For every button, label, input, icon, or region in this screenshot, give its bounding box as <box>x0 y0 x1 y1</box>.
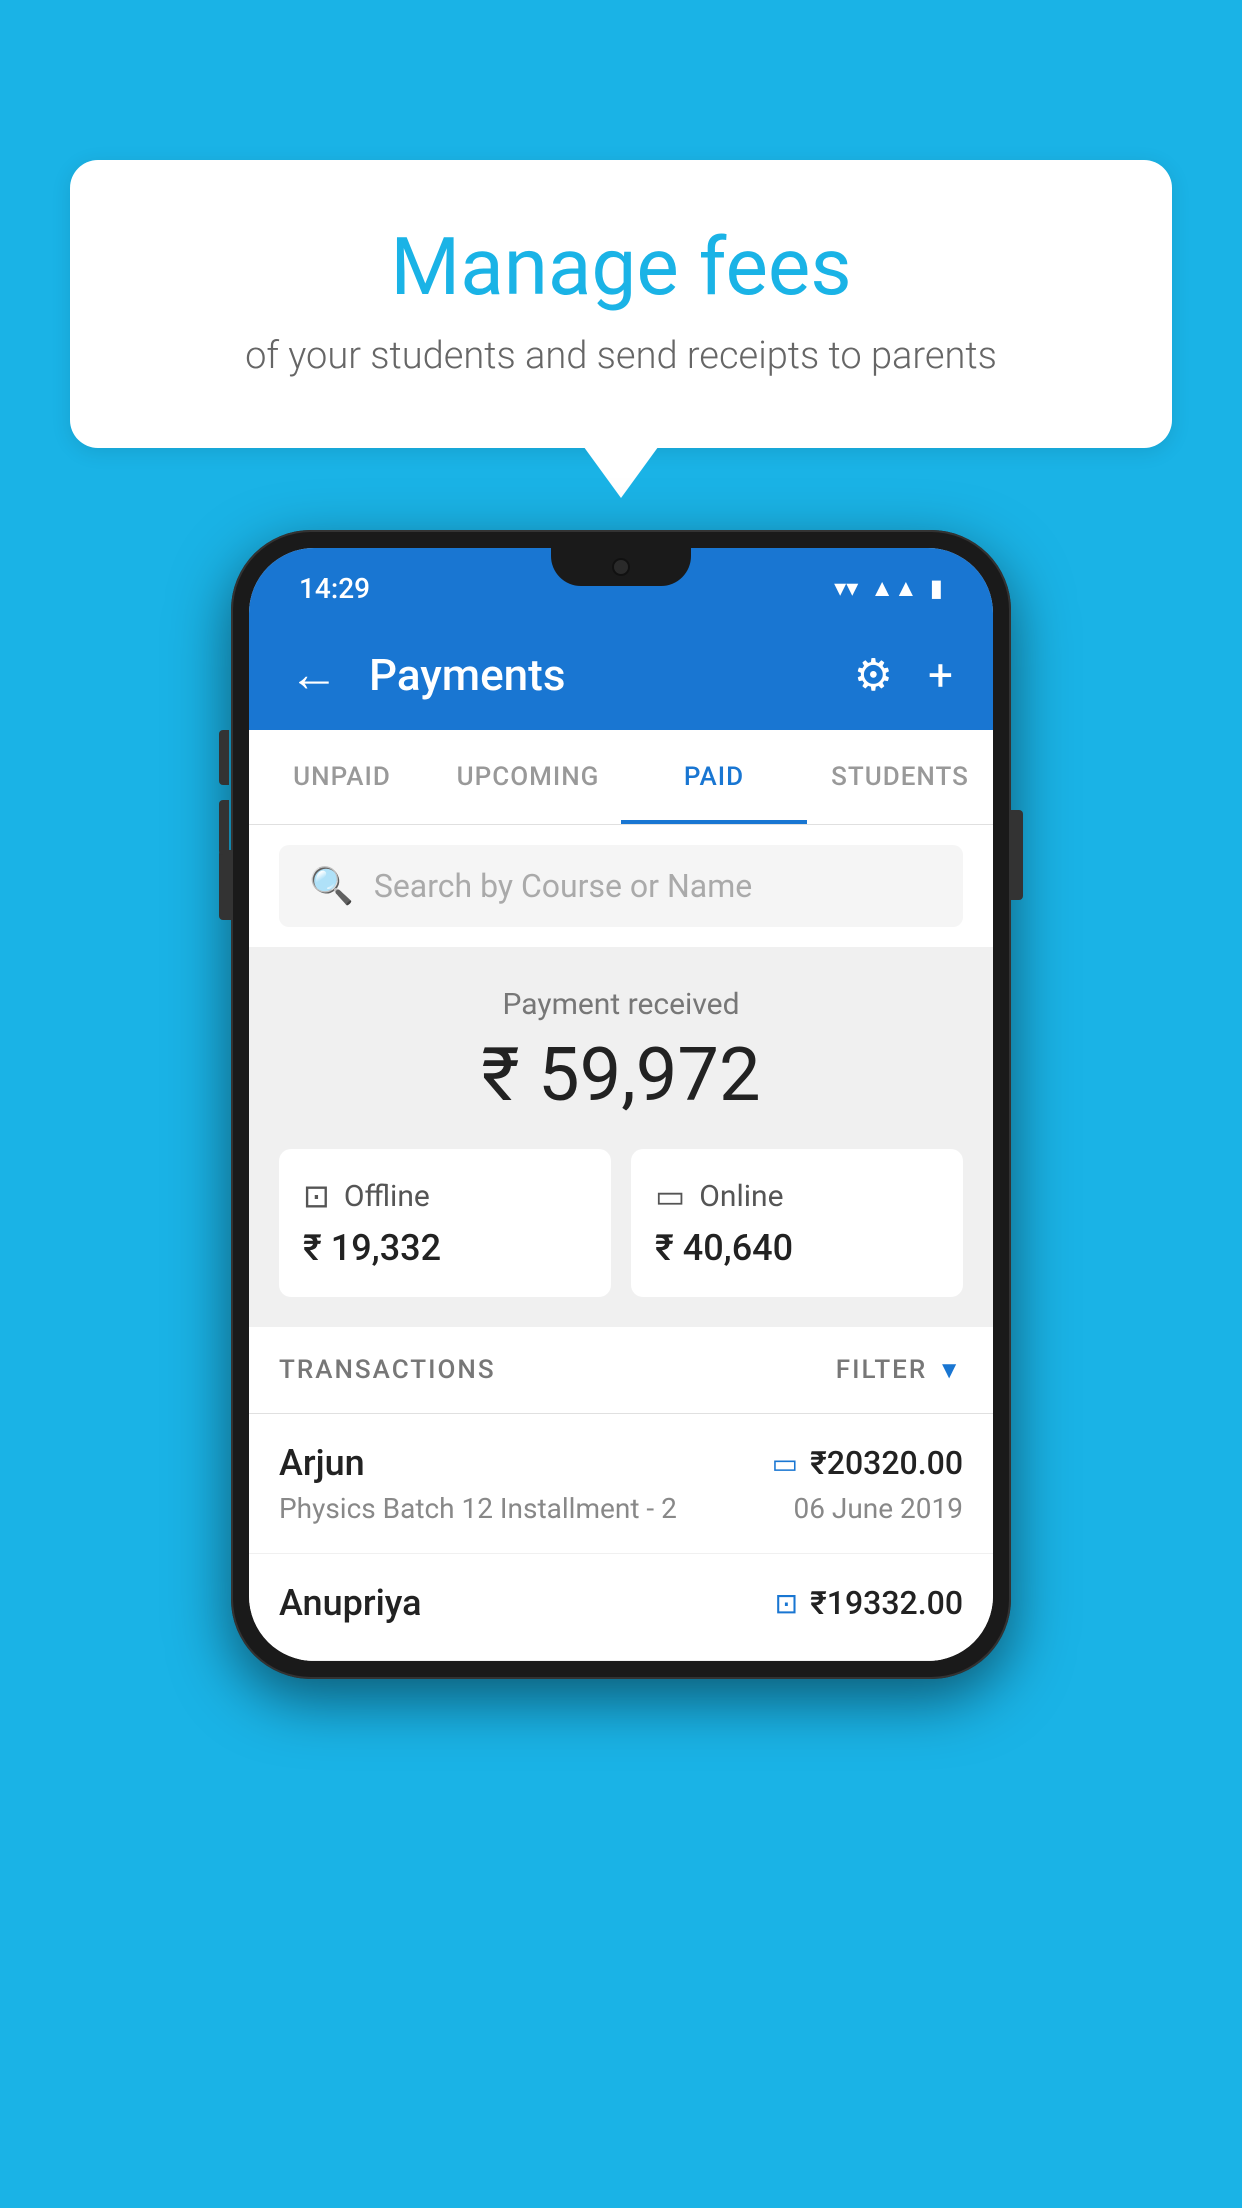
card-payment-icon: ▭ <box>772 1447 798 1480</box>
tab-paid[interactable]: PAID <box>621 730 807 824</box>
payment-cards: ⊡ Offline ₹ 19,332 ▭ Online ₹ 40,640 <box>279 1149 963 1297</box>
add-icon[interactable]: + <box>928 649 953 701</box>
phone-outer: 14:29 ▾▾ ▲▲ ▮ ← Payments ⚙ + UNPAID <box>231 530 1011 1679</box>
transaction-row-bottom: Physics Batch 12 Installment - 2 06 June… <box>279 1492 963 1525</box>
transaction-amount: ₹20320.00 <box>810 1444 963 1482</box>
transaction-name: Arjun <box>279 1442 365 1484</box>
transaction-date: 06 June 2019 <box>793 1492 963 1525</box>
transaction-amount-wrap: ⊡ ₹19332.00 <box>775 1584 963 1622</box>
filter-icon: ▼ <box>937 1356 963 1385</box>
signal-icon: ▲▲ <box>870 574 918 603</box>
status-icons: ▾▾ ▲▲ ▮ <box>834 574 943 603</box>
offline-label: Offline <box>344 1179 430 1214</box>
filter-button[interactable]: FILTER ▼ <box>836 1355 963 1385</box>
online-amount: ₹ 40,640 <box>655 1227 939 1269</box>
card-icon: ▭ <box>655 1177 685 1215</box>
offline-amount: ₹ 19,332 <box>303 1227 587 1269</box>
payment-total: ₹ 59,972 <box>279 1032 963 1119</box>
speech-bubble: Manage fees of your students and send re… <box>70 160 1172 448</box>
table-row[interactable]: Arjun ▭ ₹20320.00 Physics Batch 12 Insta… <box>249 1414 993 1554</box>
transaction-name: Anupriya <box>279 1582 422 1624</box>
online-card: ▭ Online ₹ 40,640 <box>631 1149 963 1297</box>
app-bar-actions: ⚙ + <box>854 649 953 701</box>
search-input[interactable]: Search by Course or Name <box>374 867 752 905</box>
search-container: 🔍 Search by Course or Name <box>249 825 993 947</box>
search-bar[interactable]: 🔍 Search by Course or Name <box>279 845 963 927</box>
online-card-header: ▭ Online <box>655 1177 939 1215</box>
settings-icon[interactable]: ⚙ <box>854 649 893 701</box>
speech-bubble-container: Manage fees of your students and send re… <box>70 160 1172 448</box>
bubble-title: Manage fees <box>150 220 1092 314</box>
bubble-subtitle: of your students and send receipts to pa… <box>150 334 1092 378</box>
payment-section: Payment received ₹ 59,972 ⊡ Offline ₹ 19… <box>249 947 993 1327</box>
phone-frame: 14:29 ▾▾ ▲▲ ▮ ← Payments ⚙ + UNPAID <box>231 530 1011 1679</box>
filter-label: FILTER <box>836 1355 927 1385</box>
status-time: 14:29 <box>299 572 370 605</box>
search-icon: 🔍 <box>309 865 354 907</box>
tabs: UNPAID UPCOMING PAID STUDENTS <box>249 730 993 825</box>
transaction-amount-wrap: ▭ ₹20320.00 <box>772 1444 963 1482</box>
wifi-icon: ▾▾ <box>834 574 858 602</box>
tab-students[interactable]: STUDENTS <box>807 730 993 824</box>
tab-upcoming[interactable]: UPCOMING <box>435 730 621 824</box>
page-title: Payments <box>369 649 824 701</box>
online-label: Online <box>699 1179 783 1214</box>
app-bar: ← Payments ⚙ + <box>249 620 993 730</box>
phone-notch <box>551 548 691 586</box>
camera <box>612 558 630 576</box>
transaction-row-top: Arjun ▭ ₹20320.00 <box>279 1442 963 1484</box>
back-button[interactable]: ← <box>289 650 339 700</box>
vol-down-button <box>219 800 229 855</box>
tab-unpaid[interactable]: UNPAID <box>249 730 435 824</box>
transaction-amount: ₹19332.00 <box>810 1584 963 1622</box>
vol-up-button <box>219 730 229 785</box>
transactions-label: TRANSACTIONS <box>279 1355 496 1385</box>
cash-icon: ⊡ <box>303 1177 330 1215</box>
transaction-row-top: Anupriya ⊡ ₹19332.00 <box>279 1582 963 1624</box>
transaction-course: Physics Batch 12 Installment - 2 <box>279 1492 677 1525</box>
transactions-header: TRANSACTIONS FILTER ▼ <box>249 1327 993 1414</box>
table-row[interactable]: Anupriya ⊡ ₹19332.00 <box>249 1554 993 1661</box>
phone-screen: 14:29 ▾▾ ▲▲ ▮ ← Payments ⚙ + UNPAID <box>249 548 993 1661</box>
battery-icon: ▮ <box>930 574 943 602</box>
payment-received-label: Payment received <box>279 987 963 1022</box>
offline-card-header: ⊡ Offline <box>303 1177 587 1215</box>
cash-payment-icon: ⊡ <box>775 1587 798 1620</box>
offline-card: ⊡ Offline ₹ 19,332 <box>279 1149 611 1297</box>
